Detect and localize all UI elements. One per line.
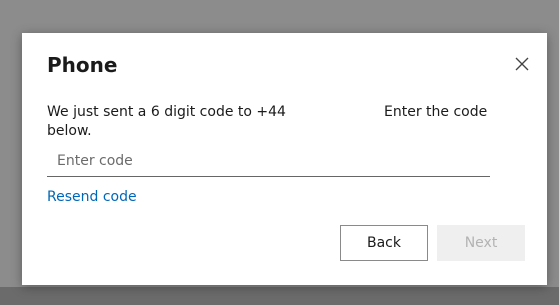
dialog-title: Phone [47,53,118,77]
instruction-text: We just sent a 6 digit code to +44 below… [47,103,286,141]
back-button[interactable]: Back [340,225,428,261]
code-input[interactable] [47,145,490,177]
next-button[interactable]: Next [437,225,525,261]
resend-code-link[interactable]: Resend code [47,189,137,205]
instruction-hint: Enter the code [384,104,488,120]
close-icon[interactable] [513,55,531,73]
instruction-line-2: below. [47,123,92,139]
backdrop [0,287,559,305]
instruction-line-1: We just sent a 6 digit code to +44 [47,104,286,120]
phone-verification-dialog: Phone We just sent a 6 digit code to +44… [22,33,547,285]
